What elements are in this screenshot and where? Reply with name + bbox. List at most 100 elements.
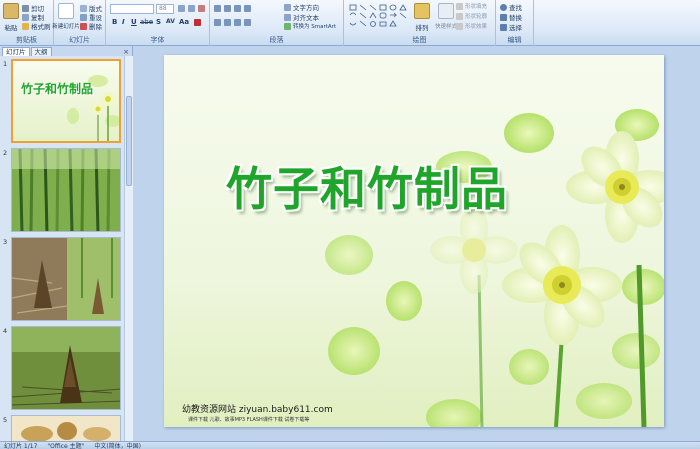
find-button[interactable]: 查找 [500,2,522,12]
shrink-font-icon[interactable] [188,5,195,12]
paste-button[interactable]: 粘贴 [3,3,19,32]
layout-icon [80,4,87,12]
justify-icon[interactable] [244,19,251,26]
bamboo-forest-image [12,149,120,231]
thumb-number: 3 [3,238,8,246]
slide-thumbnail-pane: 幻灯片 大纲 × 1 竹子和竹制品 2 3 4 5 [0,46,133,441]
select-button[interactable]: 选择 [500,22,522,32]
bold-button[interactable]: B [112,18,117,26]
close-icon[interactable]: × [123,48,129,56]
align-text-icon [284,13,291,21]
site-credit: 幼教资源网站 ziyuan.baby611.com [182,405,333,415]
font-color-icon[interactable] [194,19,201,26]
delete-icon [80,22,87,30]
scrollbar-thumb[interactable] [126,96,132,186]
pane-tabs: 幻灯片 大纲 × [0,46,132,56]
thumb-number: 2 [3,149,8,157]
bamboo-shoot-image [12,238,120,320]
replace-button[interactable]: 替换 [500,12,522,22]
font-size-combo[interactable]: 88 [156,4,174,14]
copy-icon [22,13,29,21]
thumb-1-art [67,75,119,141]
slide-thumbnail-1[interactable]: 竹子和竹制品 [11,59,121,143]
theme-name: "Office 主题" [47,443,85,449]
convert-smartart-button[interactable]: 转换为 SmartArt [284,22,336,30]
font-group: 88 B I U abe S AV Aa 字体 [106,0,210,46]
new-slide-button[interactable]: 新建幻灯片 [52,3,80,30]
arrange-button[interactable]: 排列 [414,3,430,32]
clipboard-icon [3,3,19,19]
decrease-indent-icon[interactable] [234,5,241,12]
slide-thumbnail-2[interactable] [11,148,121,232]
slide-editing-area: 竹子和竹制品 幼教资源网站 ziyuan.baby611.com 课件下载 儿歌… [134,46,700,441]
format-painter-button[interactable]: 格式刷 [22,21,51,31]
reset-icon [80,13,87,21]
align-center-icon[interactable] [224,19,231,26]
paragraph-group: 文字方向 对齐文本 转换为 SmartArt 段落 [210,0,344,46]
bamboo-crafts-image [12,416,120,441]
thumbnail-scrollbar[interactable] [124,56,133,441]
shape-fill-button[interactable]: 形状填充 [456,2,487,10]
slide-title[interactable]: 竹子和竹制品 [226,153,508,219]
status-bar: 幻灯片 1/17 "Office 主题" 中文(简体，中国) [0,441,700,449]
group-label-editing: 编辑 [507,36,522,44]
shape-outline-button[interactable]: 形状轮廓 [456,12,487,20]
clear-format-icon[interactable] [198,5,205,12]
bullets-icon[interactable] [214,5,221,12]
find-icon [500,3,507,11]
slide-count: 幻灯片 1/17 [4,443,38,449]
numbering-icon[interactable] [224,5,231,12]
shadow-button[interactable]: S [156,18,161,26]
shapes-gallery[interactable] [348,3,410,29]
slide-thumbnail-3[interactable] [11,237,121,321]
smartart-icon [284,22,291,30]
group-label-clipboard: 剪贴板 [16,36,37,44]
arrange-icon [414,3,430,19]
group-label-slides: 幻灯片 [69,36,90,44]
thumb-number: 1 [3,60,8,68]
bamboo-shoot-closeup-image [12,327,120,409]
align-left-icon[interactable] [214,19,221,26]
drawing-group: 排列 快速样式 形状填充 形状轮廓 形状效果 绘图 [344,0,496,46]
thumb-1-title: 竹子和竹制品 [21,82,94,96]
slide-thumbnail-4[interactable] [11,326,121,410]
tab-outline[interactable]: 大纲 [30,47,52,56]
italic-button[interactable]: I [122,18,125,26]
group-label-drawing: 绘图 [412,36,427,44]
text-direction-icon [284,3,291,11]
language-indicator[interactable]: 中文(简体，中国) [94,441,141,449]
shape-effects-button[interactable]: 形状效果 [456,22,487,30]
group-label-paragraph: 段落 [269,36,284,44]
group-label-font: 字体 [150,36,165,44]
underline-button[interactable]: U [131,18,137,26]
quick-styles-icon [438,3,454,19]
char-spacing-button[interactable]: AV [166,18,175,25]
grow-font-icon[interactable] [178,5,185,12]
delete-button[interactable]: 删除 [80,21,102,31]
effects-icon [456,22,463,30]
editing-group: 查找 替换 选择 编辑 [496,0,534,46]
scissors-icon [22,4,29,12]
clipboard-group: 粘贴 剪切 复制 格式刷 剪贴板 [0,0,54,46]
site-credit-subtitle: 课件下载 儿歌、故事MP3 FLASH课件下载 试卷下载等 [188,417,310,423]
align-text-button[interactable]: 对齐文本 [284,12,319,22]
align-right-icon[interactable] [234,19,241,26]
tab-slides[interactable]: 幻灯片 [2,47,30,56]
text-direction-button[interactable]: 文字方向 [284,2,319,12]
slide-canvas[interactable]: 竹子和竹制品 幼教资源网站 ziyuan.baby611.com 课件下载 儿歌… [164,55,664,427]
increase-indent-icon[interactable] [244,5,251,12]
daffodil-background-art [325,109,664,427]
thumb-number: 4 [3,327,8,335]
replace-icon [500,13,507,21]
fill-bucket-icon [456,2,463,10]
ribbon: 粘贴 剪切 复制 格式刷 剪贴板 新建幻灯片 版式 重设 删除 幻灯片 88 B… [0,0,700,46]
slides-group: 新建幻灯片 版式 重设 删除 幻灯片 [52,0,106,46]
new-slide-icon [58,3,74,19]
thumbnail-list: 1 竹子和竹制品 2 3 4 5 [0,56,124,441]
strikethrough-button[interactable]: abe [140,18,153,26]
font-name-combo[interactable] [110,4,154,14]
select-icon [500,23,507,31]
slide-thumbnail-5[interactable] [11,415,121,441]
brush-icon [22,22,29,30]
change-case-button[interactable]: Aa [179,18,189,26]
